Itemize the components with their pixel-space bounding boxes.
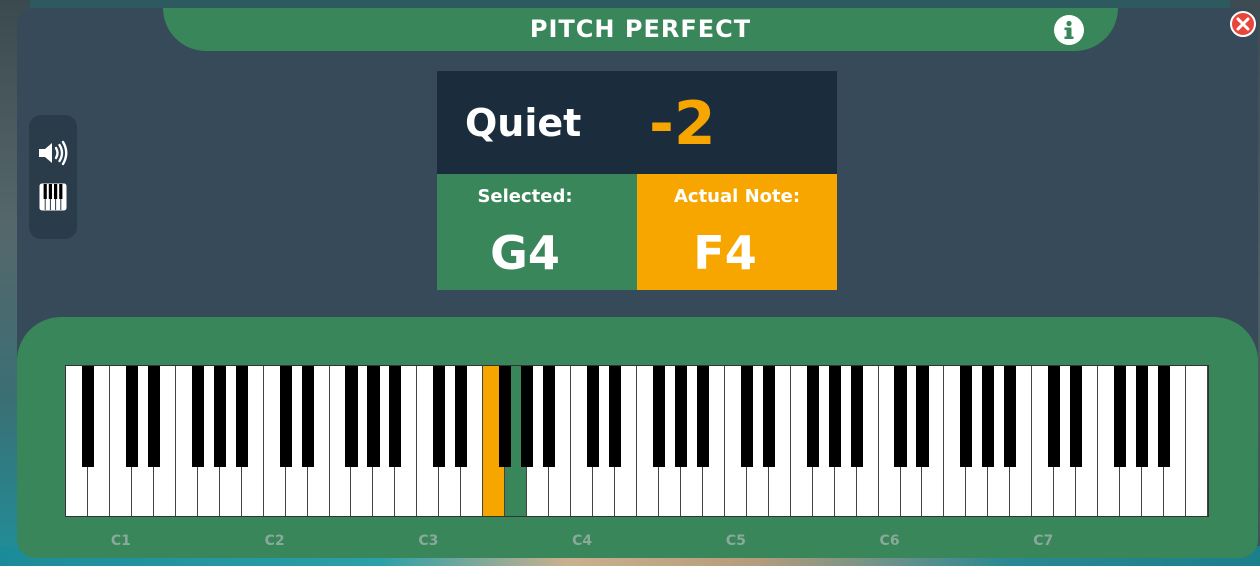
piano-key-c-sharp-6[interactable] xyxy=(894,366,907,467)
piano-key-a-sharp-4[interactable] xyxy=(696,366,709,467)
piano-key-d-sharp-5[interactable] xyxy=(762,366,775,467)
piano-key-c8[interactable] xyxy=(1186,366,1208,516)
piano-key-g-sharp-5[interactable] xyxy=(828,366,841,467)
pitch-offset: -2 xyxy=(649,89,716,159)
accuracy-rating: Quiet xyxy=(465,101,582,145)
piano-key-d-sharp-3[interactable] xyxy=(455,366,468,467)
piano-key-d-sharp-2[interactable] xyxy=(301,366,314,467)
piano-key-f-sharp-2[interactable] xyxy=(345,366,358,467)
piano-key-f-sharp-3[interactable] xyxy=(499,366,512,467)
piano-key-d-sharp-6[interactable] xyxy=(916,366,929,467)
piano-key-f-sharp-7[interactable] xyxy=(1114,366,1127,467)
piano-key-f-sharp-1[interactable] xyxy=(191,366,204,467)
piano-key-c-sharp-7[interactable] xyxy=(1048,366,1061,467)
info-icon xyxy=(1064,20,1074,39)
piano-key-f-sharp-6[interactable] xyxy=(960,366,973,467)
piano-key-a-sharp-7[interactable] xyxy=(1158,366,1171,467)
selected-note-panel: Selected: G4 xyxy=(437,174,637,290)
actual-note-panel: Actual Note: F4 xyxy=(637,174,837,290)
close-button[interactable] xyxy=(1230,11,1256,37)
volume-button[interactable] xyxy=(37,137,69,169)
octave-label-c6: C6 xyxy=(879,533,900,549)
octave-label-c1: C1 xyxy=(110,533,131,549)
info-button[interactable] xyxy=(1054,15,1084,45)
octave-label-c3: C3 xyxy=(418,533,439,549)
selected-label: Selected: xyxy=(477,186,573,207)
close-icon xyxy=(1236,17,1250,31)
octave-label-c5: C5 xyxy=(725,533,746,549)
piano-key-d-sharp-7[interactable] xyxy=(1070,366,1083,467)
volume-icon xyxy=(39,140,68,166)
piano-key-g-sharp-6[interactable] xyxy=(982,366,995,467)
piano-key-d-sharp-1[interactable] xyxy=(147,366,160,467)
app-title: PITCH PERFECT xyxy=(529,15,752,43)
piano-key-f-sharp-4[interactable] xyxy=(652,366,665,467)
piano-key-g-sharp-2[interactable] xyxy=(367,366,380,467)
piano-key-c-sharp-2[interactable] xyxy=(279,366,292,467)
piano-key-c-sharp-4[interactable] xyxy=(587,366,600,467)
piano-key-c-sharp-3[interactable] xyxy=(433,366,446,467)
piano-key-f-sharp-5[interactable] xyxy=(806,366,819,467)
selected-note: G4 xyxy=(490,226,560,280)
piano-key-a-sharp-1[interactable] xyxy=(235,366,248,467)
piano-key-g-sharp-3[interactable] xyxy=(521,366,534,467)
piano-key-d-sharp-4[interactable] xyxy=(608,366,622,467)
piano-icon xyxy=(39,183,67,211)
piano-key-g-sharp-4[interactable] xyxy=(674,366,687,467)
piano-key-g-sharp-1[interactable] xyxy=(213,366,226,467)
piano-key-c-sharp-5[interactable] xyxy=(740,366,753,467)
actual-note: F4 xyxy=(693,226,757,280)
actual-label: Actual Note: xyxy=(673,186,801,207)
score-display: Quiet -2 xyxy=(437,71,837,174)
octave-label-c7: C7 xyxy=(1033,533,1054,549)
piano-key-g-sharp-7[interactable] xyxy=(1136,366,1149,467)
piano-button[interactable] xyxy=(37,181,69,213)
piano-key-a-sharp-6[interactable] xyxy=(1004,366,1017,467)
piano-key-a-sharp-5[interactable] xyxy=(850,366,863,467)
octave-label-c2: C2 xyxy=(264,533,285,549)
octave-label-c4: C4 xyxy=(572,533,593,549)
side-toolbar xyxy=(29,115,77,239)
piano-keyboard xyxy=(65,365,1209,517)
title-bar: PITCH PERFECT xyxy=(163,8,1118,51)
piano-key-a-sharp-0[interactable] xyxy=(81,366,94,467)
piano-key-a-sharp-2[interactable] xyxy=(389,366,402,467)
piano-key-a-sharp-3[interactable] xyxy=(543,366,556,467)
piano-key-c-sharp-1[interactable] xyxy=(125,366,138,467)
